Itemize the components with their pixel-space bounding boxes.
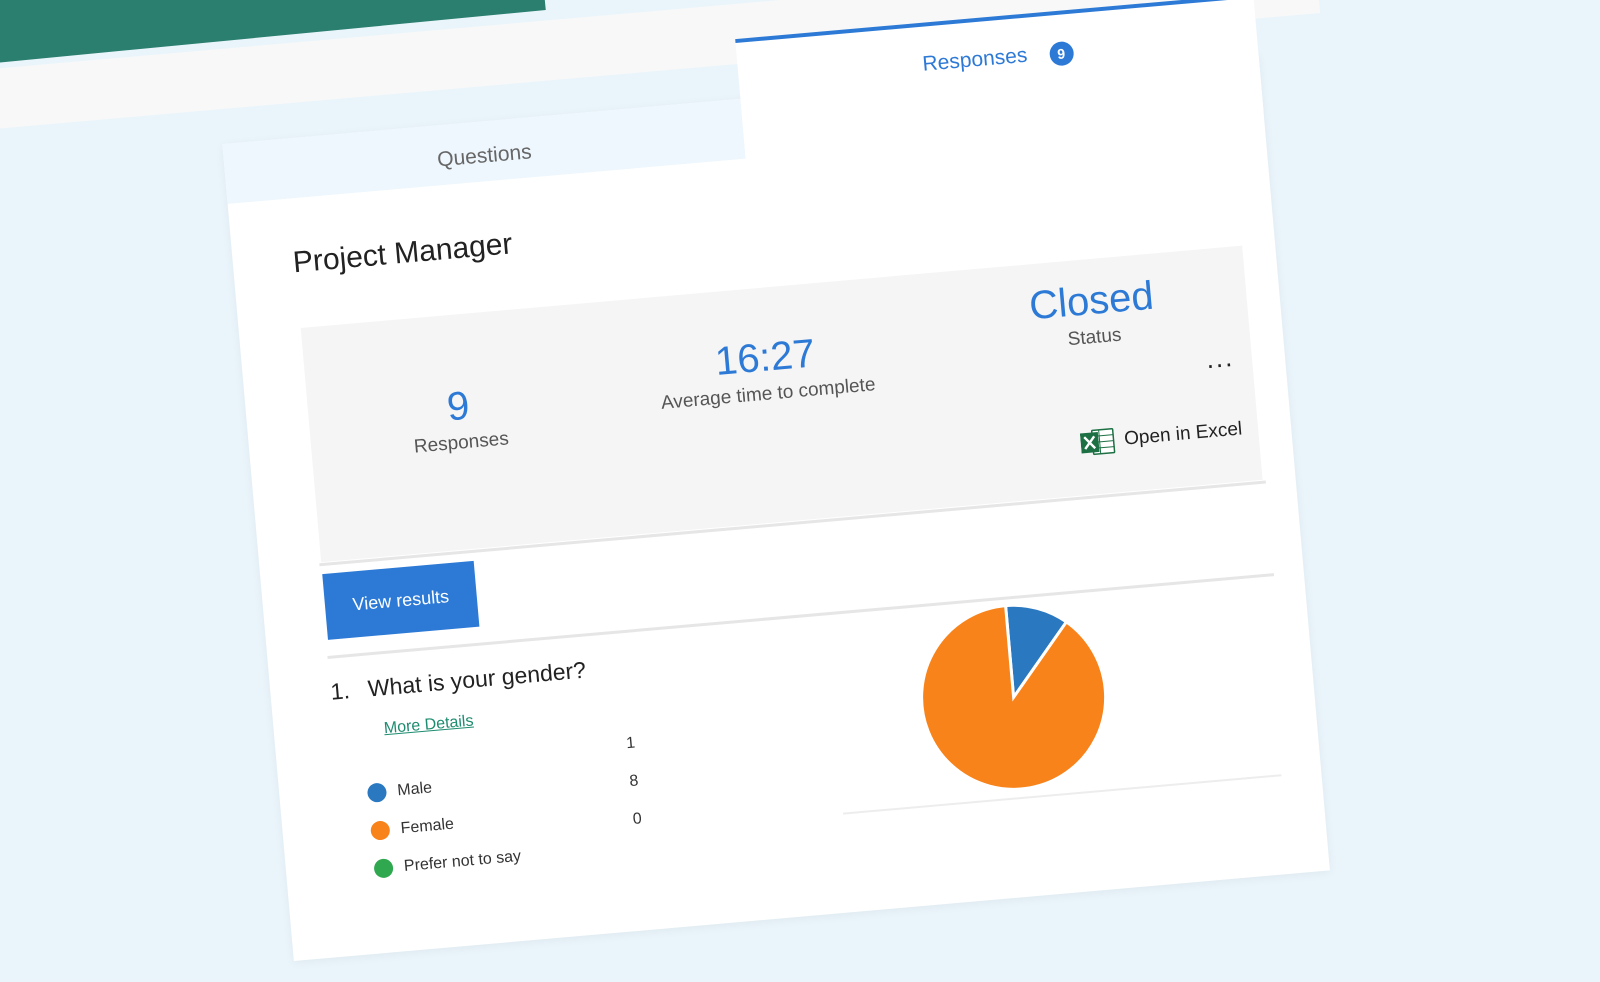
legend-dot-icon	[373, 858, 394, 879]
question-text: What is your gender?	[366, 656, 587, 702]
open-in-excel-button[interactable]: Open in Excel	[1079, 414, 1243, 458]
excel-icon	[1079, 428, 1116, 456]
tab-responses-label: Responses	[921, 43, 1029, 76]
legend-item-male: Male	[366, 778, 433, 803]
pie-chart-svg	[920, 603, 1108, 791]
legend-count-female: 8	[628, 772, 640, 791]
question-1: 1. What is your gender?	[329, 657, 587, 706]
stat-responses: 9 Responses	[307, 372, 612, 468]
form-title: Project Manager	[291, 227, 514, 280]
open-in-excel-label: Open in Excel	[1123, 418, 1243, 450]
responses-count-badge: 9	[1048, 40, 1075, 67]
legend-label-male: Male	[396, 778, 433, 799]
forms-page: Questions Responses 9 Project Manager 9 …	[0, 0, 1600, 962]
gender-pie-chart	[905, 589, 1122, 806]
response-summary-panel: 9 Responses 16:27 Average time to comple…	[300, 245, 1263, 563]
legend-dot-icon	[370, 820, 391, 841]
legend-item-female: Female	[370, 815, 455, 841]
view-results-button[interactable]: View results	[322, 560, 480, 640]
tab-questions[interactable]: Questions	[222, 98, 746, 204]
question-number: 1.	[329, 677, 351, 705]
more-options-button[interactable]: ...	[1205, 342, 1235, 375]
legend-label-female: Female	[399, 815, 455, 837]
stat-status: Closed Status	[940, 266, 1245, 362]
legend-count-prefer-not: 0	[632, 810, 643, 828]
tab-questions-label: Questions	[436, 140, 533, 172]
legend-item-prefer-not: Prefer not to say	[373, 847, 522, 879]
legend-count-male: 1	[625, 734, 636, 753]
legend-label-prefer-not: Prefer not to say	[403, 847, 522, 875]
stat-average-time: 16:27 Average time to complete	[614, 323, 919, 419]
responses-card: Questions Responses 9 Project Manager 9 …	[222, 0, 1330, 962]
more-details-link[interactable]: More Details	[383, 713, 474, 739]
